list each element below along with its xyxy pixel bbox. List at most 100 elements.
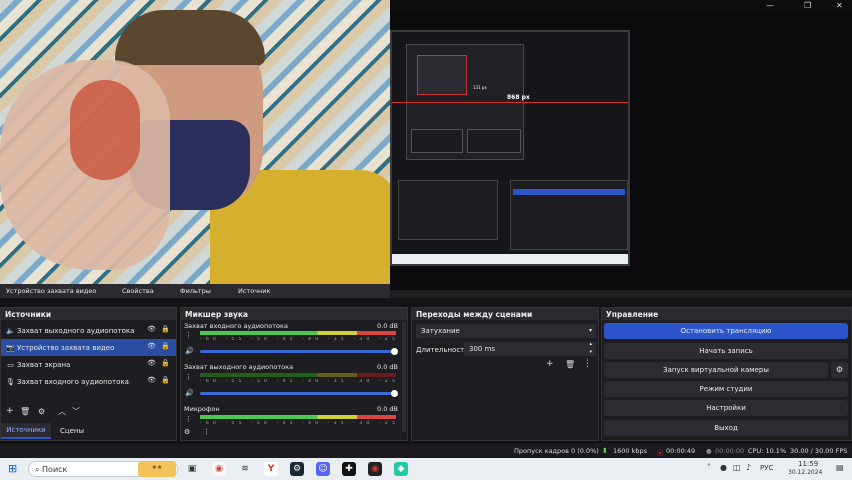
move-up-icon[interactable]: ︿: [58, 406, 66, 417]
measure-label: 868 px: [507, 94, 530, 101]
mixer-track-name: Захват выходного аудиопотока: [184, 363, 294, 371]
add-transition-icon[interactable]: +: [546, 359, 554, 369]
language-indicator[interactable]: РУС: [760, 464, 773, 472]
webcam-hair: [115, 10, 265, 65]
source-row[interactable]: ▭ Захват экрана 👁 🔒: [1, 356, 176, 373]
mixer-track-db: 0.0 dB: [377, 322, 398, 330]
trash-icon[interactable]: 🗑: [20, 407, 30, 416]
virtual-camera-gear-icon[interactable]: ⚙: [831, 362, 848, 378]
add-source-icon[interactable]: +: [6, 406, 14, 416]
meter-scale: -60 -55 -50 -45 -40 -35 -30 -25 -20 -15 …: [200, 337, 396, 342]
eye-icon[interactable]: 👁: [147, 359, 156, 367]
lock-icon[interactable]: 🔒: [161, 342, 170, 350]
kebab-icon[interactable]: ⋮: [185, 415, 192, 423]
start-record-button[interactable]: Начать запись: [604, 343, 848, 359]
volume-meter: [200, 373, 396, 377]
source-button[interactable]: Источник: [238, 287, 270, 295]
app-green-icon[interactable]: ◆: [394, 462, 408, 476]
search-icon: ⌕: [35, 465, 40, 474]
task-view-icon[interactable]: ▣: [185, 462, 199, 476]
obs-record-icon[interactable]: ◉: [368, 462, 382, 476]
settings-button[interactable]: Настройки: [604, 400, 848, 416]
transition-select[interactable]: Затухание ▾: [416, 324, 596, 338]
kebab-icon[interactable]: ⋮: [185, 331, 192, 339]
eye-icon[interactable]: 👁: [147, 376, 156, 384]
mixer-track-db: 0.0 dB: [377, 405, 398, 413]
lock-icon[interactable]: 🔒: [161, 376, 170, 384]
maximize-button[interactable]: ❐: [804, 1, 811, 10]
kebab-icon[interactable]: ⋮: [583, 359, 592, 369]
volume-slider-knob[interactable]: [391, 348, 398, 355]
source-row-selected[interactable]: 📷 Устройство захвата видео 👁 🔒: [1, 339, 176, 356]
screen-capture-preview: 131 px 868 px: [390, 30, 630, 266]
speaker-icon[interactable]: 🔊: [185, 347, 194, 355]
mixer-menu-icon[interactable]: ⋮: [203, 428, 210, 436]
mixer-gear-icon[interactable]: ⚙: [184, 428, 190, 436]
windows-start-icon[interactable]: ⊞: [8, 462, 17, 475]
gear-icon[interactable]: ⚙: [38, 407, 45, 416]
search-highlight-icon[interactable]: ★★: [138, 461, 176, 477]
cpu-usage: CPU: 10.1%: [748, 447, 787, 455]
app-icon[interactable]: ≋: [238, 462, 252, 476]
close-button[interactable]: ✕: [836, 1, 843, 10]
status-bar: Пропуск кадров 0 (0.0%) ▮ 1600 kbps ⦿ 00…: [0, 444, 852, 458]
nested-transitions-panel: [398, 180, 498, 240]
duration-input[interactable]: 300 ms ▴ ▾: [464, 340, 596, 356]
lock-icon[interactable]: 🔒: [161, 359, 170, 367]
window-titlebar: — ❐ ✕: [390, 0, 852, 12]
trash-icon[interactable]: 🗑: [565, 360, 575, 369]
transitions-dock: Переходы между сценами Затухание ▾ Длите…: [411, 307, 599, 441]
minimize-button[interactable]: —: [766, 1, 774, 10]
volume-slider[interactable]: [200, 390, 398, 397]
kebab-icon[interactable]: ⋮: [185, 373, 192, 381]
nested-controls-panel: [510, 180, 628, 250]
chevron-up-icon[interactable]: ˄: [707, 463, 711, 472]
steam-icon[interactable]: ⚙: [290, 462, 304, 476]
tray-icon[interactable]: ●: [720, 463, 727, 472]
volume-slider[interactable]: [200, 348, 398, 355]
nested-panel-left: [411, 129, 463, 153]
source-label: Устройство захвата видео: [17, 343, 115, 352]
volume-meter: [200, 415, 396, 419]
network-icon[interactable]: ◫: [733, 463, 741, 472]
meter-scale: -60 -55 -50 -45 -40 -35 -30 -25 -20 -15 …: [200, 379, 396, 384]
eye-icon[interactable]: 👁: [147, 325, 156, 333]
discord-icon[interactable]: ☺: [316, 462, 330, 476]
clock-time[interactable]: 11:59: [798, 460, 818, 468]
tab-sources[interactable]: Источники: [1, 423, 51, 439]
clock-date[interactable]: 30.12.2024: [788, 469, 822, 476]
lock-icon[interactable]: 🔒: [161, 325, 170, 333]
source-label: Захват экрана: [17, 360, 71, 369]
source-toolbar-device[interactable]: Устройство захвата видео: [6, 287, 96, 295]
search-placeholder: Поиск: [42, 465, 68, 474]
nested-window-inner: [417, 55, 467, 95]
source-row[interactable]: 🔈 Захват выходного аудиопотока 👁 🔒: [1, 322, 176, 339]
spinner-icon[interactable]: ▴ ▾: [589, 340, 592, 356]
mixer-scrollbar[interactable]: [402, 322, 406, 432]
volume-slider-knob[interactable]: [391, 390, 398, 397]
tab-scenes[interactable]: Сцены: [53, 423, 91, 439]
exit-button[interactable]: Выход: [604, 420, 848, 436]
chrome-icon[interactable]: ◉: [212, 462, 226, 476]
volume-icon[interactable]: ♪: [746, 463, 751, 472]
fps-counter: 30.00 / 30.00 FPS: [790, 447, 848, 455]
capcut-icon[interactable]: ✚: [342, 462, 356, 476]
properties-button[interactable]: Свойства: [122, 287, 154, 295]
virtual-camera-button[interactable]: Запуск виртуальной камеры: [604, 362, 828, 378]
speaker-icon[interactable]: 🔊: [185, 389, 194, 397]
source-toolbar: Устройство захвата видео Свойства Фильтр…: [0, 284, 390, 298]
studio-mode-button[interactable]: Режим студии: [604, 381, 848, 397]
move-down-icon[interactable]: ﹀: [72, 406, 80, 417]
source-row[interactable]: 🎙 Захват входного аудиопотока 👁 🔒: [1, 373, 176, 390]
yandex-icon[interactable]: Y: [264, 462, 278, 476]
filters-button[interactable]: Фильтры: [180, 287, 211, 295]
stop-stream-button[interactable]: Остановить трансляцию: [604, 323, 848, 339]
mixer-title: Микшер звука: [181, 308, 407, 320]
controls-title: Управление: [602, 308, 851, 320]
camera-icon: 📷: [6, 343, 15, 352]
volume-meter: [200, 331, 396, 335]
measure-guide-line: [392, 102, 628, 103]
notification-icon[interactable]: ▤: [836, 463, 844, 472]
live-indicator-icon: ⦿: [657, 449, 664, 457]
eye-icon[interactable]: 👁: [147, 342, 156, 350]
